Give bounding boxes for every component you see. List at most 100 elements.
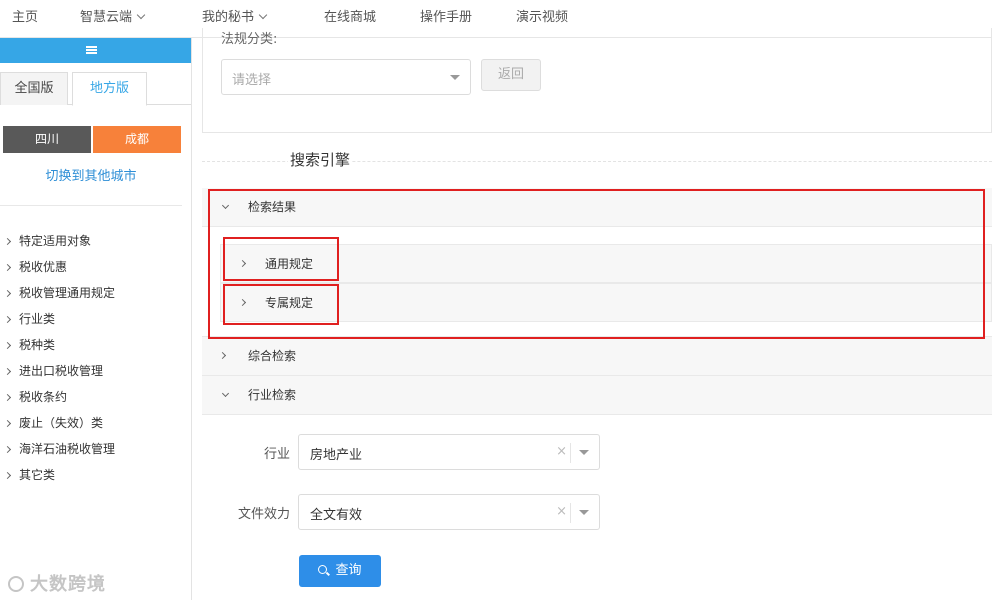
chevron-right-icon	[3, 367, 12, 376]
category-item[interactable]: 海洋石油税收管理	[0, 436, 115, 462]
nav-home-label: 主页	[12, 10, 39, 25]
category-label: 税收管理通用规定	[19, 286, 116, 300]
chevron-down-icon	[258, 10, 268, 20]
select-separator	[570, 503, 571, 523]
chevron-right-icon	[238, 298, 247, 307]
nav-smart-cloud[interactable]: 智慧云端	[80, 0, 146, 38]
sub-panel-general[interactable]: 通用规定	[220, 244, 992, 283]
category-item[interactable]: 税收优惠	[0, 254, 115, 280]
validity-value: 全文有效	[310, 508, 363, 523]
back-button[interactable]: 返回	[481, 59, 541, 91]
caret-down-icon	[579, 510, 589, 515]
clear-icon[interactable]: ×	[556, 444, 567, 459]
search-icon	[318, 565, 328, 574]
validity-label: 文件效力	[237, 507, 290, 522]
category-item[interactable]: 行业类	[0, 306, 115, 332]
chevron-right-icon	[3, 419, 12, 428]
industry-label: 行业	[263, 447, 290, 462]
chevron-down-icon	[136, 10, 146, 20]
tab-national[interactable]: 全国版	[0, 72, 68, 105]
category-label: 行业类	[19, 312, 56, 326]
panel-comprehensive-label: 综合检索	[248, 349, 297, 363]
chevron-right-icon	[3, 237, 12, 246]
category-item[interactable]: 其它类	[0, 462, 115, 488]
validity-row: 文件效力 全文有效 ×	[202, 494, 602, 530]
section-title: 搜索引擎	[288, 149, 353, 170]
sidebar-menu-toggle[interactable]	[0, 38, 191, 63]
panel-industry-label: 行业检索	[248, 388, 297, 402]
tab-local[interactable]: 地方版	[72, 72, 147, 106]
query-button[interactable]: 查询	[299, 555, 381, 587]
chevron-right-icon	[238, 259, 247, 268]
watermark: 大数跨境	[8, 570, 106, 596]
sub-panel-exclusive-label: 专属规定	[265, 296, 314, 310]
panel-results-label: 检索结果	[248, 200, 297, 214]
validity-select[interactable]: 全文有效 ×	[298, 494, 600, 530]
nav-demo-video-label: 演示视频	[516, 10, 569, 25]
region-city-label: 成都	[124, 132, 149, 146]
law-category-placeholder: 请选择	[232, 73, 272, 88]
category-list: 特定适用对象 税收优惠 税收管理通用规定 行业类 税种类 进出口税收管理 税收条…	[0, 228, 115, 488]
sub-panel-exclusive[interactable]: 专属规定	[220, 283, 992, 322]
nav-home[interactable]: 主页	[12, 0, 38, 38]
category-label: 税收优惠	[19, 260, 68, 274]
category-item[interactable]: 废止（失效）类	[0, 410, 115, 436]
version-tabs: 全国版 地方版	[0, 72, 191, 106]
select-separator	[570, 443, 571, 463]
caret-down-icon	[579, 450, 589, 455]
sidebar-divider	[0, 205, 182, 206]
sidebar: 全国版 地方版 四川 成都 切换到其他城市 特定适用对象 税收优惠 税收管理通用…	[0, 38, 192, 600]
industry-select[interactable]: 房地产业 ×	[298, 434, 600, 470]
panel-industry-header[interactable]: 行业检索	[202, 376, 992, 415]
law-category-select[interactable]: 请选择	[221, 59, 471, 95]
category-label: 进出口税收管理	[19, 364, 104, 378]
chevron-right-icon	[3, 471, 12, 480]
caret-down-icon	[450, 75, 460, 80]
panel-results-header[interactable]: 检索结果	[202, 188, 992, 227]
region-city[interactable]: 成都	[93, 126, 181, 153]
main-content: 法规分类: 请选择 返回 搜索引擎 检索结果 通用规定 专属规定 综合检索 行业…	[202, 28, 992, 600]
category-label: 税种类	[19, 338, 56, 352]
chevron-right-icon	[3, 289, 12, 298]
nav-manual-label: 操作手册	[420, 10, 473, 25]
category-item[interactable]: 特定适用对象	[0, 228, 115, 254]
hamburger-icon	[86, 46, 97, 54]
category-item[interactable]: 税收条约	[0, 384, 115, 410]
watermark-text: 大数跨境	[30, 574, 106, 595]
category-item[interactable]: 税收管理通用规定	[0, 280, 115, 306]
chevron-down-icon	[221, 201, 230, 210]
tab-national-label: 全国版	[14, 81, 54, 96]
chevron-right-icon	[3, 393, 12, 402]
law-category-label: 法规分类:	[221, 32, 278, 47]
law-filter-box: 法规分类: 请选择 返回	[202, 28, 992, 133]
chevron-right-icon	[3, 445, 12, 454]
clear-icon[interactable]: ×	[556, 504, 567, 519]
category-item[interactable]: 税种类	[0, 332, 115, 358]
category-label: 海洋石油税收管理	[19, 442, 116, 456]
tab-local-label: 地方版	[89, 81, 129, 96]
search-panels: 检索结果 通用规定 专属规定 综合检索 行业检索	[202, 188, 992, 415]
nav-my-secretary-label: 我的秘书	[202, 10, 255, 25]
panel-results-body: 通用规定 专属规定	[202, 227, 992, 337]
industry-value: 房地产业	[310, 448, 363, 463]
region-province[interactable]: 四川	[3, 126, 91, 153]
category-item[interactable]: 进出口税收管理	[0, 358, 115, 384]
chevron-right-icon	[218, 351, 227, 360]
sub-panel-general-label: 通用规定	[265, 257, 314, 271]
chevron-right-icon	[3, 341, 12, 350]
chevron-right-icon	[3, 315, 12, 324]
nav-smart-cloud-label: 智慧云端	[80, 10, 133, 25]
chevron-right-icon	[3, 263, 12, 272]
switch-city-link[interactable]: 切换到其他城市	[0, 165, 182, 184]
chevron-down-icon	[221, 389, 230, 398]
watermark-logo-icon	[8, 576, 24, 592]
category-label: 税收条约	[19, 390, 68, 404]
region-province-label: 四川	[34, 132, 59, 146]
category-label: 特定适用对象	[19, 234, 92, 248]
category-label: 废止（失效）类	[19, 416, 104, 430]
query-button-label: 查询	[335, 563, 362, 578]
industry-row: 行业 房地产业 ×	[202, 434, 602, 470]
category-label: 其它类	[19, 468, 56, 482]
nav-online-store-label: 在线商城	[324, 10, 377, 25]
panel-comprehensive-header[interactable]: 综合检索	[202, 337, 992, 376]
